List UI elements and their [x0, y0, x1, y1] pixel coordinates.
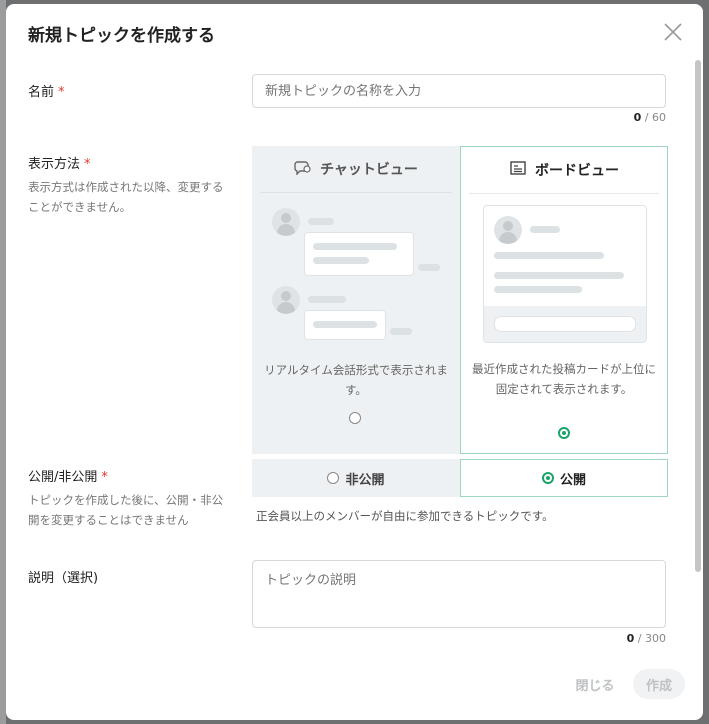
visibility-note: 正会員以上のメンバーが自由に参加できるトピックです。	[256, 509, 554, 523]
name-char-counter: 0 / 60	[633, 111, 666, 124]
chat-view-header: チャットビュー	[260, 146, 452, 193]
preview-bubble	[304, 310, 386, 340]
chat-view-option[interactable]: チャットビュー リアルタイム会話形式で表示されます。	[252, 146, 460, 454]
public-radio[interactable]	[541, 472, 554, 484]
preview-avatar	[272, 208, 300, 236]
create-button[interactable]: 作成	[633, 669, 685, 699]
close-button[interactable]: 閉じる	[566, 669, 624, 699]
preview-line	[308, 218, 334, 225]
board-view-description: 最近作成された投稿カードが上位に固定されて表示されます。	[472, 362, 656, 396]
chat-view-radio[interactable]	[349, 412, 361, 424]
description-char-counter: 0 / 300	[626, 632, 666, 645]
private-option[interactable]: 非公開	[252, 459, 460, 497]
topic-name-input[interactable]	[252, 74, 666, 108]
dialog-title: 新規トピックを作成する	[28, 26, 215, 46]
preview-line	[308, 296, 346, 303]
chat-bubble-icon	[294, 159, 312, 179]
board-view-radio[interactable]	[558, 427, 570, 439]
description-label: 説明（選択)	[28, 571, 99, 586]
private-label: 非公開	[345, 472, 385, 488]
visibility-label: 公開/非公開 *	[28, 470, 108, 485]
board-view-header: ボードビュー	[469, 147, 659, 194]
board-preview-card	[483, 205, 647, 343]
preview-avatar	[272, 286, 300, 314]
scrollbar[interactable]	[695, 60, 701, 572]
board-view-option[interactable]: ボードビュー 最近作成された投稿カードが上位に固定されて表示されます。	[460, 146, 668, 454]
create-topic-dialog: 新規トピックを作成する 名前* 0 / 60 表示方法* 表示方式は作成された以…	[6, 4, 703, 720]
chat-view-description: リアルタイム会話形式で表示されます。	[264, 363, 448, 397]
private-radio[interactable]	[327, 472, 340, 484]
board-icon	[509, 160, 527, 180]
visibility-hint: トピックを作成した後に、公開・非公開を変更することはできません	[28, 493, 224, 527]
preview-line	[390, 328, 412, 335]
description-textarea[interactable]	[252, 560, 666, 628]
display-method-label: 表示方法 *	[28, 157, 91, 172]
close-icon[interactable]	[659, 18, 687, 46]
preview-line	[418, 264, 440, 271]
public-label: 公開	[559, 472, 586, 488]
preview-bubble	[304, 232, 414, 276]
public-option[interactable]: 公開	[460, 459, 668, 497]
display-method-hint: 表示方式は作成された以降、変更することができません。	[28, 180, 224, 214]
name-label: 名前 *	[28, 85, 65, 100]
